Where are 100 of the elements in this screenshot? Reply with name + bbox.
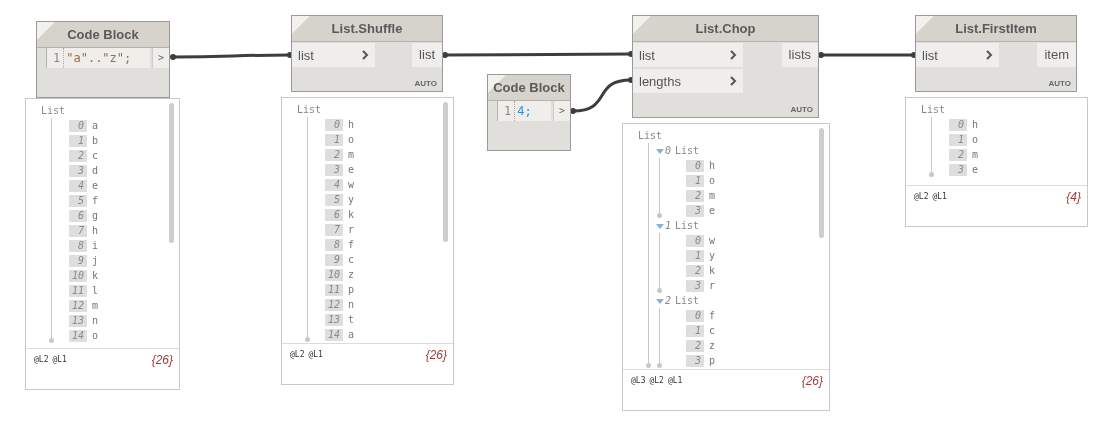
list-label: List (675, 145, 700, 156)
index-label: 0 (665, 145, 672, 156)
chevron-right-icon (986, 50, 993, 60)
index-label: 9 (325, 253, 343, 266)
item-value: w (348, 179, 355, 190)
item-value: y (348, 194, 355, 205)
level-tag: @L2 (649, 374, 664, 385)
input-port[interactable]: list (916, 43, 999, 67)
scrollbar[interactable] (819, 128, 824, 238)
item-value: y (709, 250, 716, 261)
item-value: i (92, 240, 99, 251)
input-port[interactable]: list (292, 43, 375, 67)
node-card[interactable]: Code Block 1 4; > (487, 74, 571, 151)
expand-triangle-icon[interactable] (656, 147, 664, 154)
lacing-label: AUTO (790, 104, 814, 116)
item-value: m (348, 149, 355, 160)
item-value: b (92, 135, 99, 146)
index-label: 2 (686, 189, 704, 202)
index-label: 3 (69, 164, 87, 177)
index-label: 0 (69, 119, 87, 132)
item-count: {26} (425, 348, 447, 362)
index-label: 3 (325, 163, 343, 176)
item-value: c (348, 254, 355, 265)
item-value: m (709, 190, 716, 201)
item-value: m (972, 149, 979, 160)
index-label: 7 (69, 224, 87, 237)
tree-guide-line (931, 117, 932, 175)
output-port[interactable]: > (553, 101, 570, 121)
index-label: 1 (69, 134, 87, 147)
index-label: 1 (665, 220, 672, 231)
tree-guide-line (659, 308, 660, 366)
item-count: {26} (801, 374, 823, 388)
item-value: e (709, 205, 716, 216)
index-label: 1 (325, 133, 343, 146)
index-label: 12 (69, 299, 88, 312)
index-label: 8 (325, 238, 343, 251)
index-label: 0 (686, 159, 704, 172)
item-value: l (92, 285, 99, 296)
item-value: f (709, 310, 716, 321)
index-label: 7 (325, 223, 343, 236)
item-value: g (92, 210, 99, 221)
item-count: {4} (1066, 190, 1081, 204)
node-title: List.FirstItem (916, 16, 1076, 42)
scrollbar[interactable] (169, 103, 174, 243)
node-card[interactable]: List.Chop list lengths lists AUTO (632, 15, 819, 118)
level-tag: @L2 (290, 348, 305, 359)
output-port[interactable]: list (412, 43, 442, 67)
item-count: {26} (151, 353, 173, 367)
item-value: d (92, 165, 99, 176)
chevron-right-icon (730, 50, 737, 60)
connector-wire (570, 77, 634, 114)
item-value: o (348, 134, 355, 145)
item-value: k (348, 209, 355, 220)
chevron-right-icon (730, 76, 737, 86)
index-label: 1 (949, 133, 967, 146)
item-value: p (348, 284, 355, 295)
node-card[interactable]: List.FirstItem list item AUTO (915, 15, 1077, 92)
index-label: 3 (686, 279, 704, 292)
index-label: 6 (69, 209, 87, 222)
index-label: 8 (69, 239, 87, 252)
level-tag: @L2 (34, 353, 49, 364)
index-label: 4 (325, 178, 343, 191)
node-card[interactable]: Code Block 1 "a".."z"; > (36, 21, 170, 98)
tree-guide-line (659, 158, 660, 216)
item-value: w (709, 235, 716, 246)
line-number: 1 (46, 48, 65, 68)
scrollbar[interactable] (443, 102, 448, 242)
index-label: 2 (686, 264, 704, 277)
node-card[interactable]: List.Shuffle list list AUTO (291, 15, 443, 92)
item-value: t (348, 314, 355, 325)
input-port[interactable]: list (633, 43, 743, 67)
item-value: a (348, 329, 355, 340)
node-title: Code Block (37, 22, 169, 48)
index-label: 2 (686, 339, 704, 352)
item-value: n (92, 315, 99, 326)
index-label: 9 (69, 254, 87, 267)
index-label: 1 (686, 324, 704, 337)
expand-triangle-icon[interactable] (656, 297, 664, 304)
index-label: 2 (665, 295, 672, 306)
list-label: List (41, 105, 66, 116)
index-label: 14 (325, 328, 344, 341)
item-value: c (709, 325, 716, 336)
index-label: 1 (686, 249, 704, 262)
item-value: j (92, 255, 99, 266)
item-value: e (972, 164, 979, 175)
index-label: 3 (949, 163, 967, 176)
expand-triangle-icon[interactable] (656, 222, 664, 229)
output-port[interactable]: > (152, 48, 169, 68)
item-value: o (709, 175, 716, 186)
index-label: 6 (325, 208, 343, 221)
index-label: 5 (325, 193, 343, 206)
item-value: z (348, 269, 355, 280)
index-label: 1 (686, 174, 704, 187)
input-port[interactable]: lengths (633, 69, 743, 93)
output-port[interactable]: lists (781, 43, 818, 67)
item-value: h (348, 119, 355, 130)
output-port[interactable]: item (1037, 43, 1076, 67)
list-label: List (638, 130, 663, 141)
index-label: 3 (686, 204, 704, 217)
index-label: 5 (69, 194, 87, 207)
